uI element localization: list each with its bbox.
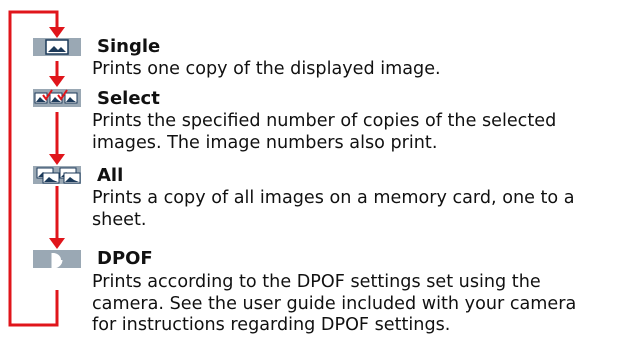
- mode-description-single: Prints one copy of the displayed image.: [92, 59, 441, 79]
- mode-description-all: Prints a copy of all images on a memory …: [92, 188, 575, 230]
- arrowhead-to-select: [49, 76, 65, 87]
- arrowhead-to-dpof: [49, 238, 65, 249]
- mode-title-single: Single: [97, 36, 161, 57]
- arrowhead-to-single: [49, 27, 65, 38]
- arrowhead-to-all: [49, 154, 65, 165]
- mode-title-select: Select: [97, 88, 160, 109]
- all-images-icon: [33, 166, 81, 184]
- dpof-icon: [33, 250, 81, 268]
- mode-description-select: Prints the specified number of copies of…: [92, 111, 557, 153]
- mode-title-all: All: [97, 165, 124, 186]
- mode-title-dpof: DPOF: [97, 248, 153, 269]
- single-image-icon: [33, 38, 81, 56]
- select-images-checkmark-icon: [33, 89, 81, 107]
- mode-description-dpof: Prints according to the DPOF settings se…: [92, 272, 577, 335]
